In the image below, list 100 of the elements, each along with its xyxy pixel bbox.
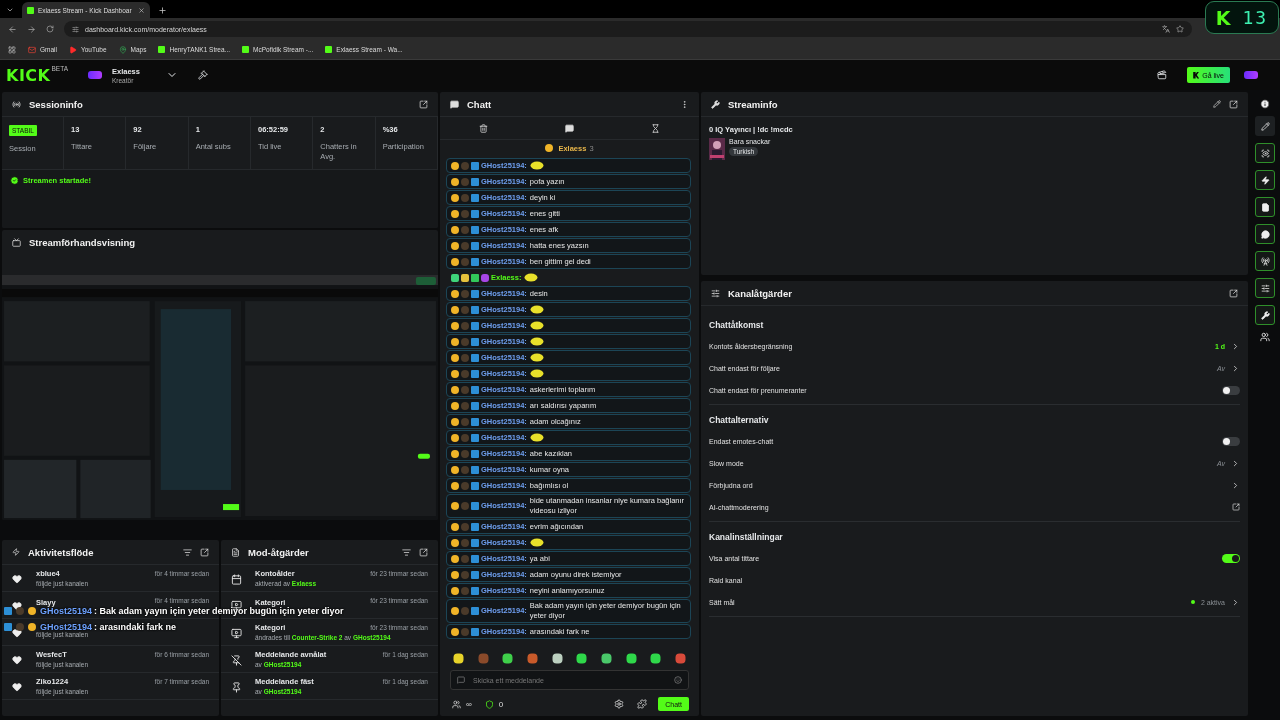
pin-off-icon [231, 654, 242, 666]
mail-icon [28, 45, 36, 54]
toggle-switch[interactable] [1222, 385, 1240, 395]
eye-icon [1260, 148, 1270, 158]
check-icon [10, 176, 19, 185]
lightning-icon [1260, 175, 1270, 185]
more-icon[interactable] [680, 99, 689, 109]
screen-icon [12, 238, 21, 247]
kick-icon [158, 46, 166, 53]
apps-icon[interactable] [8, 45, 16, 54]
emote-icon[interactable] [576, 652, 588, 664]
overlay-message: : arasındaki fark ne [94, 622, 177, 632]
bookmark-star-icon[interactable] [1176, 25, 1184, 33]
new-tab-icon[interactable] [158, 6, 167, 15]
heart-icon [12, 682, 22, 692]
box-badge-icon [471, 273, 479, 282]
activity-button[interactable] [1255, 170, 1275, 190]
wrench-icon [1260, 310, 1270, 320]
channel-actions-button[interactable] [1255, 278, 1275, 298]
chevron-right-icon[interactable] [1231, 341, 1240, 351]
heart-icon [12, 574, 22, 584]
clapperboard-icon[interactable] [1157, 70, 1168, 80]
info-icon[interactable] [1260, 99, 1270, 109]
shield-badge-icon [451, 273, 459, 282]
pop-out-icon[interactable] [419, 547, 428, 557]
viewer-count: 13 [1242, 7, 1269, 28]
broadcast-icon [12, 99, 21, 109]
edit-icon[interactable] [1213, 100, 1221, 108]
chevron-right-icon[interactable] [1231, 597, 1240, 607]
pin-icon [231, 681, 242, 693]
stream-info-button[interactable] [1255, 305, 1275, 325]
chevron-right-icon[interactable] [1231, 363, 1240, 373]
panel-title: Mod-åtgärder [248, 546, 309, 558]
session-button[interactable] [1255, 251, 1275, 271]
user-avatar[interactable] [1244, 71, 1258, 79]
hourglass-icon[interactable] [651, 123, 661, 133]
reload-icon[interactable] [46, 25, 54, 33]
overlay-username: GHost25194 [40, 622, 93, 632]
pop-out-icon[interactable] [1229, 99, 1238, 109]
chat-icon[interactable] [565, 123, 574, 133]
kick-icon [27, 6, 34, 14]
preview-button[interactable] [1255, 143, 1275, 163]
pop-out-icon[interactable] [419, 99, 428, 109]
channel-avatar [88, 71, 102, 79]
panel-title: Chatt [467, 98, 492, 110]
emote-icon[interactable] [600, 652, 612, 664]
chat-icon [1260, 229, 1270, 239]
sliders-icon [711, 288, 720, 298]
points-count: 0 [498, 699, 504, 709]
tab-list-icon[interactable] [6, 6, 14, 14]
users-icon[interactable] [1260, 332, 1270, 342]
heart-icon [12, 600, 22, 611]
overlay-message: : Bak adam yayın için yeter demiyor bugün için yeter diyor [94, 606, 344, 616]
puzzle-icon[interactable] [637, 699, 648, 709]
emote-icon[interactable] [502, 652, 514, 664]
filter-icon[interactable] [183, 547, 192, 557]
forward-icon[interactable] [27, 24, 36, 34]
translate-icon[interactable] [1162, 25, 1170, 33]
emote-icon[interactable] [452, 652, 464, 664]
map-pin-icon [118, 45, 127, 54]
emote-icon[interactable] [551, 652, 563, 664]
heart-icon [12, 655, 22, 665]
emote-icon[interactable] [650, 652, 662, 664]
toggle-switch[interactable] [1222, 553, 1240, 563]
gift-badge-icon [461, 273, 469, 282]
overlay-username: GHost25194 [40, 606, 93, 616]
panel-title: Sessioninfo [29, 98, 83, 110]
sub-badge-icon [545, 144, 554, 152]
emote-icon[interactable] [625, 652, 637, 664]
edit-button[interactable] [1255, 116, 1275, 136]
wrench-icon [711, 99, 720, 109]
external-link-icon[interactable] [1232, 503, 1240, 511]
screen-icon [231, 627, 242, 639]
chat-icon [450, 99, 459, 109]
toggle-switch[interactable] [1222, 436, 1240, 446]
kick-icon [325, 46, 333, 53]
pop-out-icon[interactable] [1229, 288, 1238, 298]
section-title: Chattåtkomst [709, 319, 765, 332]
gavel-icon[interactable] [197, 70, 208, 80]
crown-badge-icon [481, 273, 489, 282]
emoji-icon[interactable] [674, 676, 682, 684]
broadcast-icon [1260, 256, 1270, 266]
panel-title: Kanalåtgärder [728, 287, 792, 299]
chevron-right-icon[interactable] [1231, 458, 1240, 468]
trash-icon[interactable] [478, 123, 488, 133]
panel-title: Aktivitetsflöde [28, 546, 94, 558]
back-icon[interactable] [8, 24, 17, 34]
hammer-badge-icon [471, 607, 479, 615]
filter-icon[interactable] [402, 547, 411, 557]
site-settings-icon [72, 25, 79, 33]
avatar-badge-icon [461, 607, 469, 615]
settings-icon[interactable] [614, 699, 625, 709]
pop-out-icon[interactable] [200, 547, 209, 557]
mod-actions-button[interactable] [1255, 197, 1275, 217]
close-icon[interactable] [138, 6, 145, 14]
kick-icon [242, 46, 249, 53]
chat-button[interactable] [1255, 224, 1275, 244]
section-title: Chattalternativ [709, 414, 770, 427]
widget-logo: K [1215, 6, 1231, 29]
chevron-right-icon[interactable] [1231, 480, 1240, 490]
